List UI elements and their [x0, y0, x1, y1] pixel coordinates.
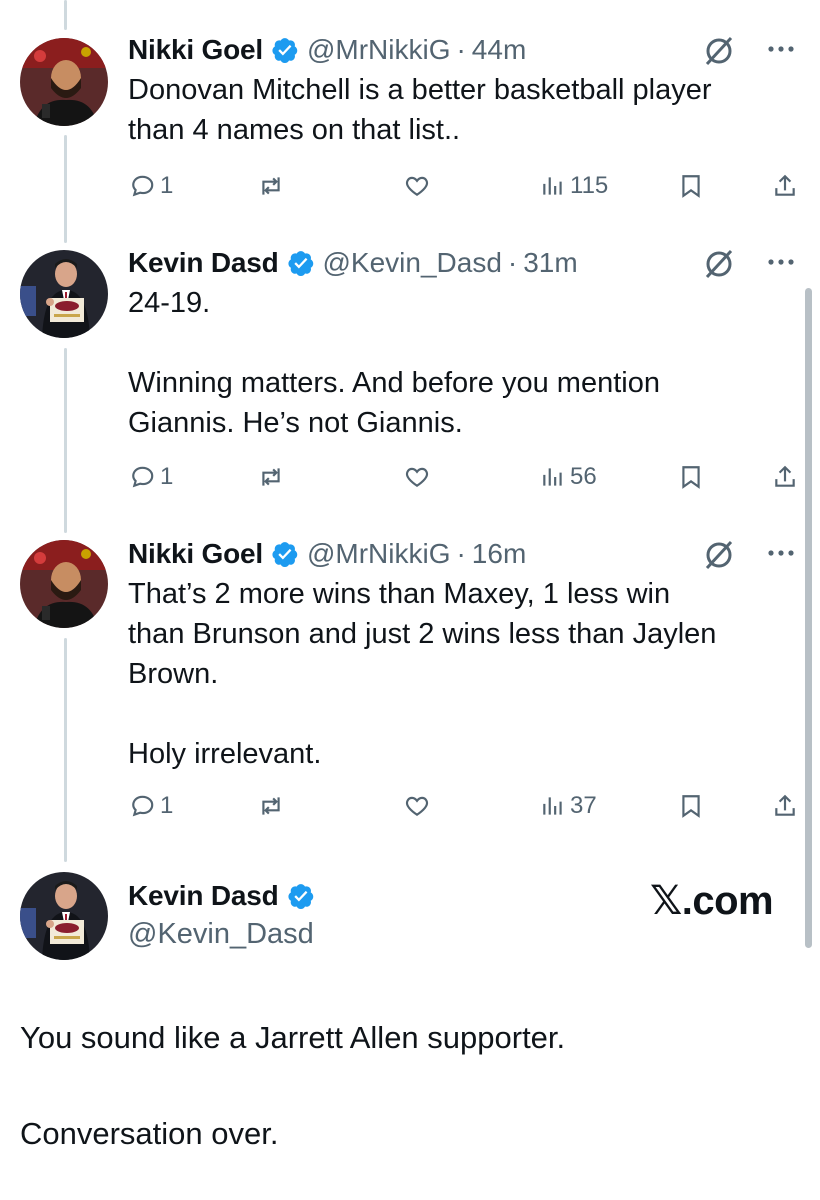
bookmark-icon [682, 795, 700, 818]
author-name[interactable]: Kevin Dasd [128, 247, 279, 279]
thread-line [64, 0, 67, 30]
share-button[interactable] [772, 457, 798, 497]
avatar[interactable] [20, 540, 108, 628]
author-handle[interactable]: @MrNikkiG [307, 538, 451, 570]
like-icon [405, 796, 429, 816]
separator-dot: · [456, 34, 466, 65]
author-name[interactable]: Nikki Goel [128, 34, 263, 66]
main-tweet-author[interactable]: Kevin Dasd [128, 880, 323, 912]
thread-line [64, 638, 67, 862]
verified-badge-icon [272, 542, 298, 567]
views-count: 115 [570, 172, 609, 199]
author-name[interactable]: Nikki Goel [128, 538, 263, 570]
like-button[interactable] [404, 166, 434, 206]
views-icon [543, 468, 562, 486]
separator-dot: · [456, 538, 466, 569]
reply-icon [132, 175, 154, 197]
repost-button[interactable] [258, 786, 288, 826]
verified-badge-icon [287, 884, 313, 909]
bookmark-icon [682, 175, 700, 198]
grok-icon[interactable] [702, 247, 736, 281]
repost-button[interactable] [258, 457, 288, 497]
avatar-image [20, 872, 108, 960]
separator-dot: · [507, 247, 518, 278]
views-count: 56 [570, 463, 597, 490]
timestamp[interactable]: 16m [472, 538, 526, 570]
tweet-text: Donovan Mitchell is a better basketball … [128, 74, 712, 146]
views-count: 37 [570, 792, 597, 819]
repost-button[interactable] [258, 166, 288, 206]
author-handle[interactable]: @Kevin_Dasd [323, 247, 502, 279]
reply-icon [132, 795, 154, 817]
views-icon [543, 797, 562, 815]
more-icon[interactable] [764, 536, 798, 570]
author-handle[interactable]: @MrNikkiG [307, 34, 451, 66]
like-icon [405, 467, 429, 487]
timestamp[interactable]: 44m [472, 34, 526, 66]
avatar[interactable] [20, 38, 108, 126]
avatar-image [20, 250, 108, 338]
author-handle[interactable]: @Kevin_Dasd [128, 918, 314, 951]
repost-icon [262, 797, 280, 815]
tweet-text: 24-19. Winning matters. And before you m… [128, 287, 660, 439]
avatar-image [20, 540, 108, 628]
main-tweet-text: You sound like a Jarrett Allen supporter… [20, 1020, 566, 1151]
views-icon [543, 177, 562, 195]
grok-icon[interactable] [702, 34, 736, 68]
main-tweet-avatar[interactable] [20, 872, 108, 960]
bookmark-button[interactable] [678, 457, 704, 497]
more-icon[interactable] [764, 32, 798, 66]
xcom-watermark: 𝕏.com [650, 879, 774, 923]
like-icon [405, 176, 429, 196]
verified-badge-icon [287, 251, 313, 276]
author-name[interactable]: Kevin Dasd [128, 880, 279, 912]
avatar-image [20, 38, 108, 126]
share-button[interactable] [772, 166, 798, 206]
views-button[interactable]: 37 [540, 786, 597, 826]
reply-icon [132, 466, 154, 488]
timestamp[interactable]: 31m [523, 247, 577, 279]
repost-icon [262, 177, 280, 195]
reply-button[interactable]: 1 [130, 166, 173, 206]
grok-icon[interactable] [702, 538, 736, 572]
bookmark-button[interactable] [678, 166, 704, 206]
bookmark-button[interactable] [678, 786, 704, 826]
like-button[interactable] [404, 457, 434, 497]
share-button[interactable] [772, 786, 798, 826]
share-icon [775, 794, 795, 816]
reply-count: 1 [160, 172, 174, 199]
like-button[interactable] [404, 786, 434, 826]
reply-button[interactable]: 1 [130, 457, 173, 497]
verified-badge-icon [272, 38, 298, 63]
repost-icon [262, 468, 280, 486]
share-icon [775, 465, 795, 487]
reply-count: 1 [160, 792, 174, 819]
bookmark-icon [682, 466, 700, 489]
share-icon [775, 174, 795, 196]
avatar[interactable] [20, 250, 108, 338]
scrollbar[interactable] [805, 288, 812, 948]
thread-line [64, 348, 67, 533]
views-button[interactable]: 115 [540, 166, 608, 206]
reply-button[interactable]: 1 [130, 786, 173, 826]
more-icon[interactable] [764, 245, 798, 279]
reply-count: 1 [160, 463, 174, 490]
tweet-text: That’s 2 more wins than Maxey, 1 less wi… [128, 578, 717, 770]
views-button[interactable]: 56 [540, 457, 597, 497]
